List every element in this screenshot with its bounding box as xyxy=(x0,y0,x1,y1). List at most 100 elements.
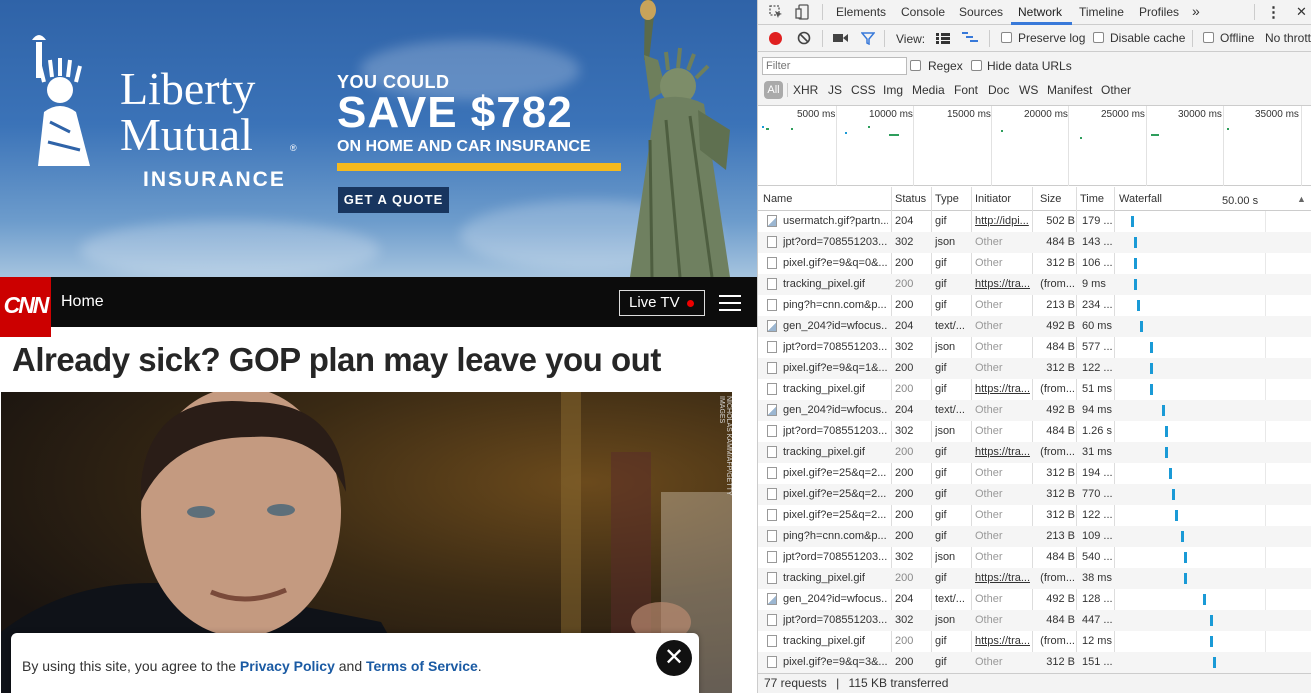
column-header-status[interactable]: Status xyxy=(895,193,926,205)
table-row[interactable]: pixel.gif?e=25&q=2... 200 gif Other 312 B 194… xyxy=(758,463,1311,484)
table-row[interactable]: tracking_pixel.gif 200 gif https://tra... (f… xyxy=(758,568,1311,589)
column-header-initiator[interactable]: Initiator xyxy=(975,193,1011,205)
waterfall-bar xyxy=(1184,552,1188,563)
table-row[interactable]: usermatch.gif?partn... 204 gif http://idpi.… xyxy=(758,211,1311,232)
request-time: 60 ms xyxy=(1082,320,1112,332)
tab-console[interactable]: Console xyxy=(901,5,945,19)
table-row[interactable]: gen_204?id=wfocus... 204 text/... Other 492 … xyxy=(758,400,1311,421)
table-row[interactable]: pixel.gif?e=9&q=0&... 200 gif Other 312 B 106… xyxy=(758,253,1311,274)
ad-banner[interactable]: Liberty Mutual ® INSURANCE YOU COULD SAV… xyxy=(0,0,757,277)
filter-icon[interactable] xyxy=(861,32,875,45)
sort-arrow-icon[interactable]: ▲ xyxy=(1297,194,1306,204)
type-filter-css[interactable]: CSS xyxy=(851,83,876,97)
large-rows-icon[interactable] xyxy=(936,33,950,44)
tab-profiles[interactable]: Profiles xyxy=(1139,5,1179,19)
kebab-menu-icon[interactable]: ⋮ xyxy=(1266,3,1281,21)
request-type: gif xyxy=(935,530,947,542)
live-tv-button[interactable]: Live TV xyxy=(619,290,705,316)
hamburger-menu-icon[interactable] xyxy=(719,295,741,311)
request-initiator[interactable]: https://tra... xyxy=(975,635,1030,647)
column-header-size[interactable]: Size xyxy=(1040,193,1061,205)
hide-data-urls-checkbox[interactable] xyxy=(971,60,982,71)
request-initiator[interactable]: http://idpi... xyxy=(975,215,1030,227)
clear-icon[interactable] xyxy=(797,31,811,45)
throttle-select[interactable]: No thrott xyxy=(1265,31,1311,45)
tab-elements[interactable]: Elements xyxy=(836,5,886,19)
offline-checkbox[interactable] xyxy=(1203,32,1214,43)
network-overview-timeline[interactable]: 5000 ms 10000 ms 15000 ms 20000 ms 25000… xyxy=(758,106,1311,186)
table-row[interactable]: pixel.gif?e=25&q=2... 200 gif Other 312 B 122… xyxy=(758,505,1311,526)
request-initiator[interactable]: https://tra... xyxy=(975,446,1030,458)
overview-waterfall-icon[interactable] xyxy=(962,32,978,44)
request-name: tracking_pixel.gif xyxy=(783,383,865,395)
request-initiator[interactable]: https://tra... xyxy=(975,278,1030,290)
table-row[interactable]: gen_204?id=wfocus... 204 text/... Other 492 … xyxy=(758,589,1311,610)
table-row[interactable]: ping?h=cnn.com&p... 200 gif Other 213 B 234 .… xyxy=(758,295,1311,316)
tab-timeline[interactable]: Timeline xyxy=(1079,5,1124,19)
file-icon xyxy=(767,530,777,542)
inspect-element-icon[interactable] xyxy=(769,5,783,19)
request-name: pixel.gif?e=25&q=2... xyxy=(783,488,887,500)
file-icon xyxy=(767,425,777,437)
request-initiator[interactable]: https://tra... xyxy=(975,572,1030,584)
request-type: gif xyxy=(935,509,947,521)
type-filter-js[interactable]: JS xyxy=(828,83,842,97)
file-icon xyxy=(767,509,777,521)
table-row[interactable]: tracking_pixel.gif 200 gif https://tra... (f… xyxy=(758,274,1311,295)
column-header-type[interactable]: Type xyxy=(935,193,959,205)
request-name: gen_204?id=wfocus... xyxy=(783,593,888,605)
table-row[interactable]: jpt?ord=708551203... 302 json Other 484 B 577… xyxy=(758,337,1311,358)
filter-input[interactable] xyxy=(762,57,907,75)
tab-sources[interactable]: Sources xyxy=(959,5,1003,19)
type-filter-all[interactable]: All xyxy=(764,81,783,99)
table-row[interactable]: jpt?ord=708551203... 302 json Other 484 B 143… xyxy=(758,232,1311,253)
regex-checkbox[interactable] xyxy=(910,60,921,71)
column-header-waterfall[interactable]: Waterfall xyxy=(1119,193,1162,205)
more-tabs-icon[interactable]: » xyxy=(1192,3,1200,19)
table-row[interactable]: jpt?ord=708551203... 302 json Other 484 B 540… xyxy=(758,547,1311,568)
type-filter-font[interactable]: Font xyxy=(954,83,978,97)
type-filter-media[interactable]: Media xyxy=(912,83,945,97)
table-row[interactable]: pixel.gif?e=25&q=2... 200 gif Other 312 B 770… xyxy=(758,484,1311,505)
request-name: jpt?ord=708551203... xyxy=(783,551,888,563)
divider xyxy=(989,30,990,47)
table-row[interactable]: jpt?ord=708551203... 302 json Other 484 B 447… xyxy=(758,610,1311,631)
request-status: 204 xyxy=(895,404,914,416)
table-row[interactable]: pixel.gif?e=9&q=1&... 200 gif Other 312 B 122… xyxy=(758,358,1311,379)
screenshot-camera-icon[interactable] xyxy=(833,33,848,43)
nav-home-link[interactable]: Home xyxy=(61,293,104,311)
network-toolbar: View: Preserve log Disable cache Offline… xyxy=(758,25,1311,52)
table-row[interactable]: pixel.gif?e=9&q=3&... 200 gif Other 312 B 151… xyxy=(758,652,1311,673)
preserve-log-checkbox[interactable] xyxy=(1001,32,1012,43)
request-initiator[interactable]: https://tra... xyxy=(975,383,1030,395)
table-row[interactable]: ping?h=cnn.com&p... 200 gif Other 213 B 109 .… xyxy=(758,526,1311,547)
type-filter-other[interactable]: Other xyxy=(1101,83,1131,97)
type-filter-ws[interactable]: WS xyxy=(1019,83,1038,97)
device-mode-icon[interactable] xyxy=(795,4,810,20)
cnn-logo[interactable]: CNN xyxy=(0,277,51,337)
column-header-name[interactable]: Name xyxy=(763,193,792,205)
type-filter-img[interactable]: Img xyxy=(883,83,903,97)
table-row[interactable]: tracking_pixel.gif 200 gif https://tra... (f… xyxy=(758,442,1311,463)
table-row[interactable]: tracking_pixel.gif 200 gif https://tra... (f… xyxy=(758,631,1311,652)
tab-network[interactable]: Network xyxy=(1018,5,1062,19)
preserve-log-label: Preserve log xyxy=(1018,31,1086,45)
table-row[interactable]: jpt?ord=708551203... 302 json Other 484 B 1.2… xyxy=(758,421,1311,442)
close-devtools-icon[interactable]: ✕ xyxy=(1296,4,1307,20)
type-filter-manifest[interactable]: Manifest xyxy=(1047,83,1092,97)
get-a-quote-button[interactable]: GET A QUOTE xyxy=(338,187,449,213)
terms-of-service-link[interactable]: Terms of Service xyxy=(366,658,478,674)
waterfall-bar xyxy=(1140,321,1144,332)
table-row[interactable]: gen_204?id=wfocus... 204 text/... Other 492 … xyxy=(758,316,1311,337)
close-icon[interactable]: ✕ xyxy=(656,640,692,676)
type-filter-xhr[interactable]: XHR xyxy=(793,83,818,97)
statue-of-liberty-image xyxy=(630,0,730,277)
request-status: 200 xyxy=(895,257,914,269)
table-row[interactable]: tracking_pixel.gif 200 gif https://tra... (f… xyxy=(758,379,1311,400)
type-filter-doc[interactable]: Doc xyxy=(988,83,1009,97)
column-header-time[interactable]: Time xyxy=(1080,193,1104,205)
privacy-policy-link[interactable]: Privacy Policy xyxy=(240,658,335,674)
request-size: 502 B xyxy=(1046,215,1075,227)
disable-cache-checkbox[interactable] xyxy=(1093,32,1104,43)
record-icon[interactable] xyxy=(769,32,782,45)
